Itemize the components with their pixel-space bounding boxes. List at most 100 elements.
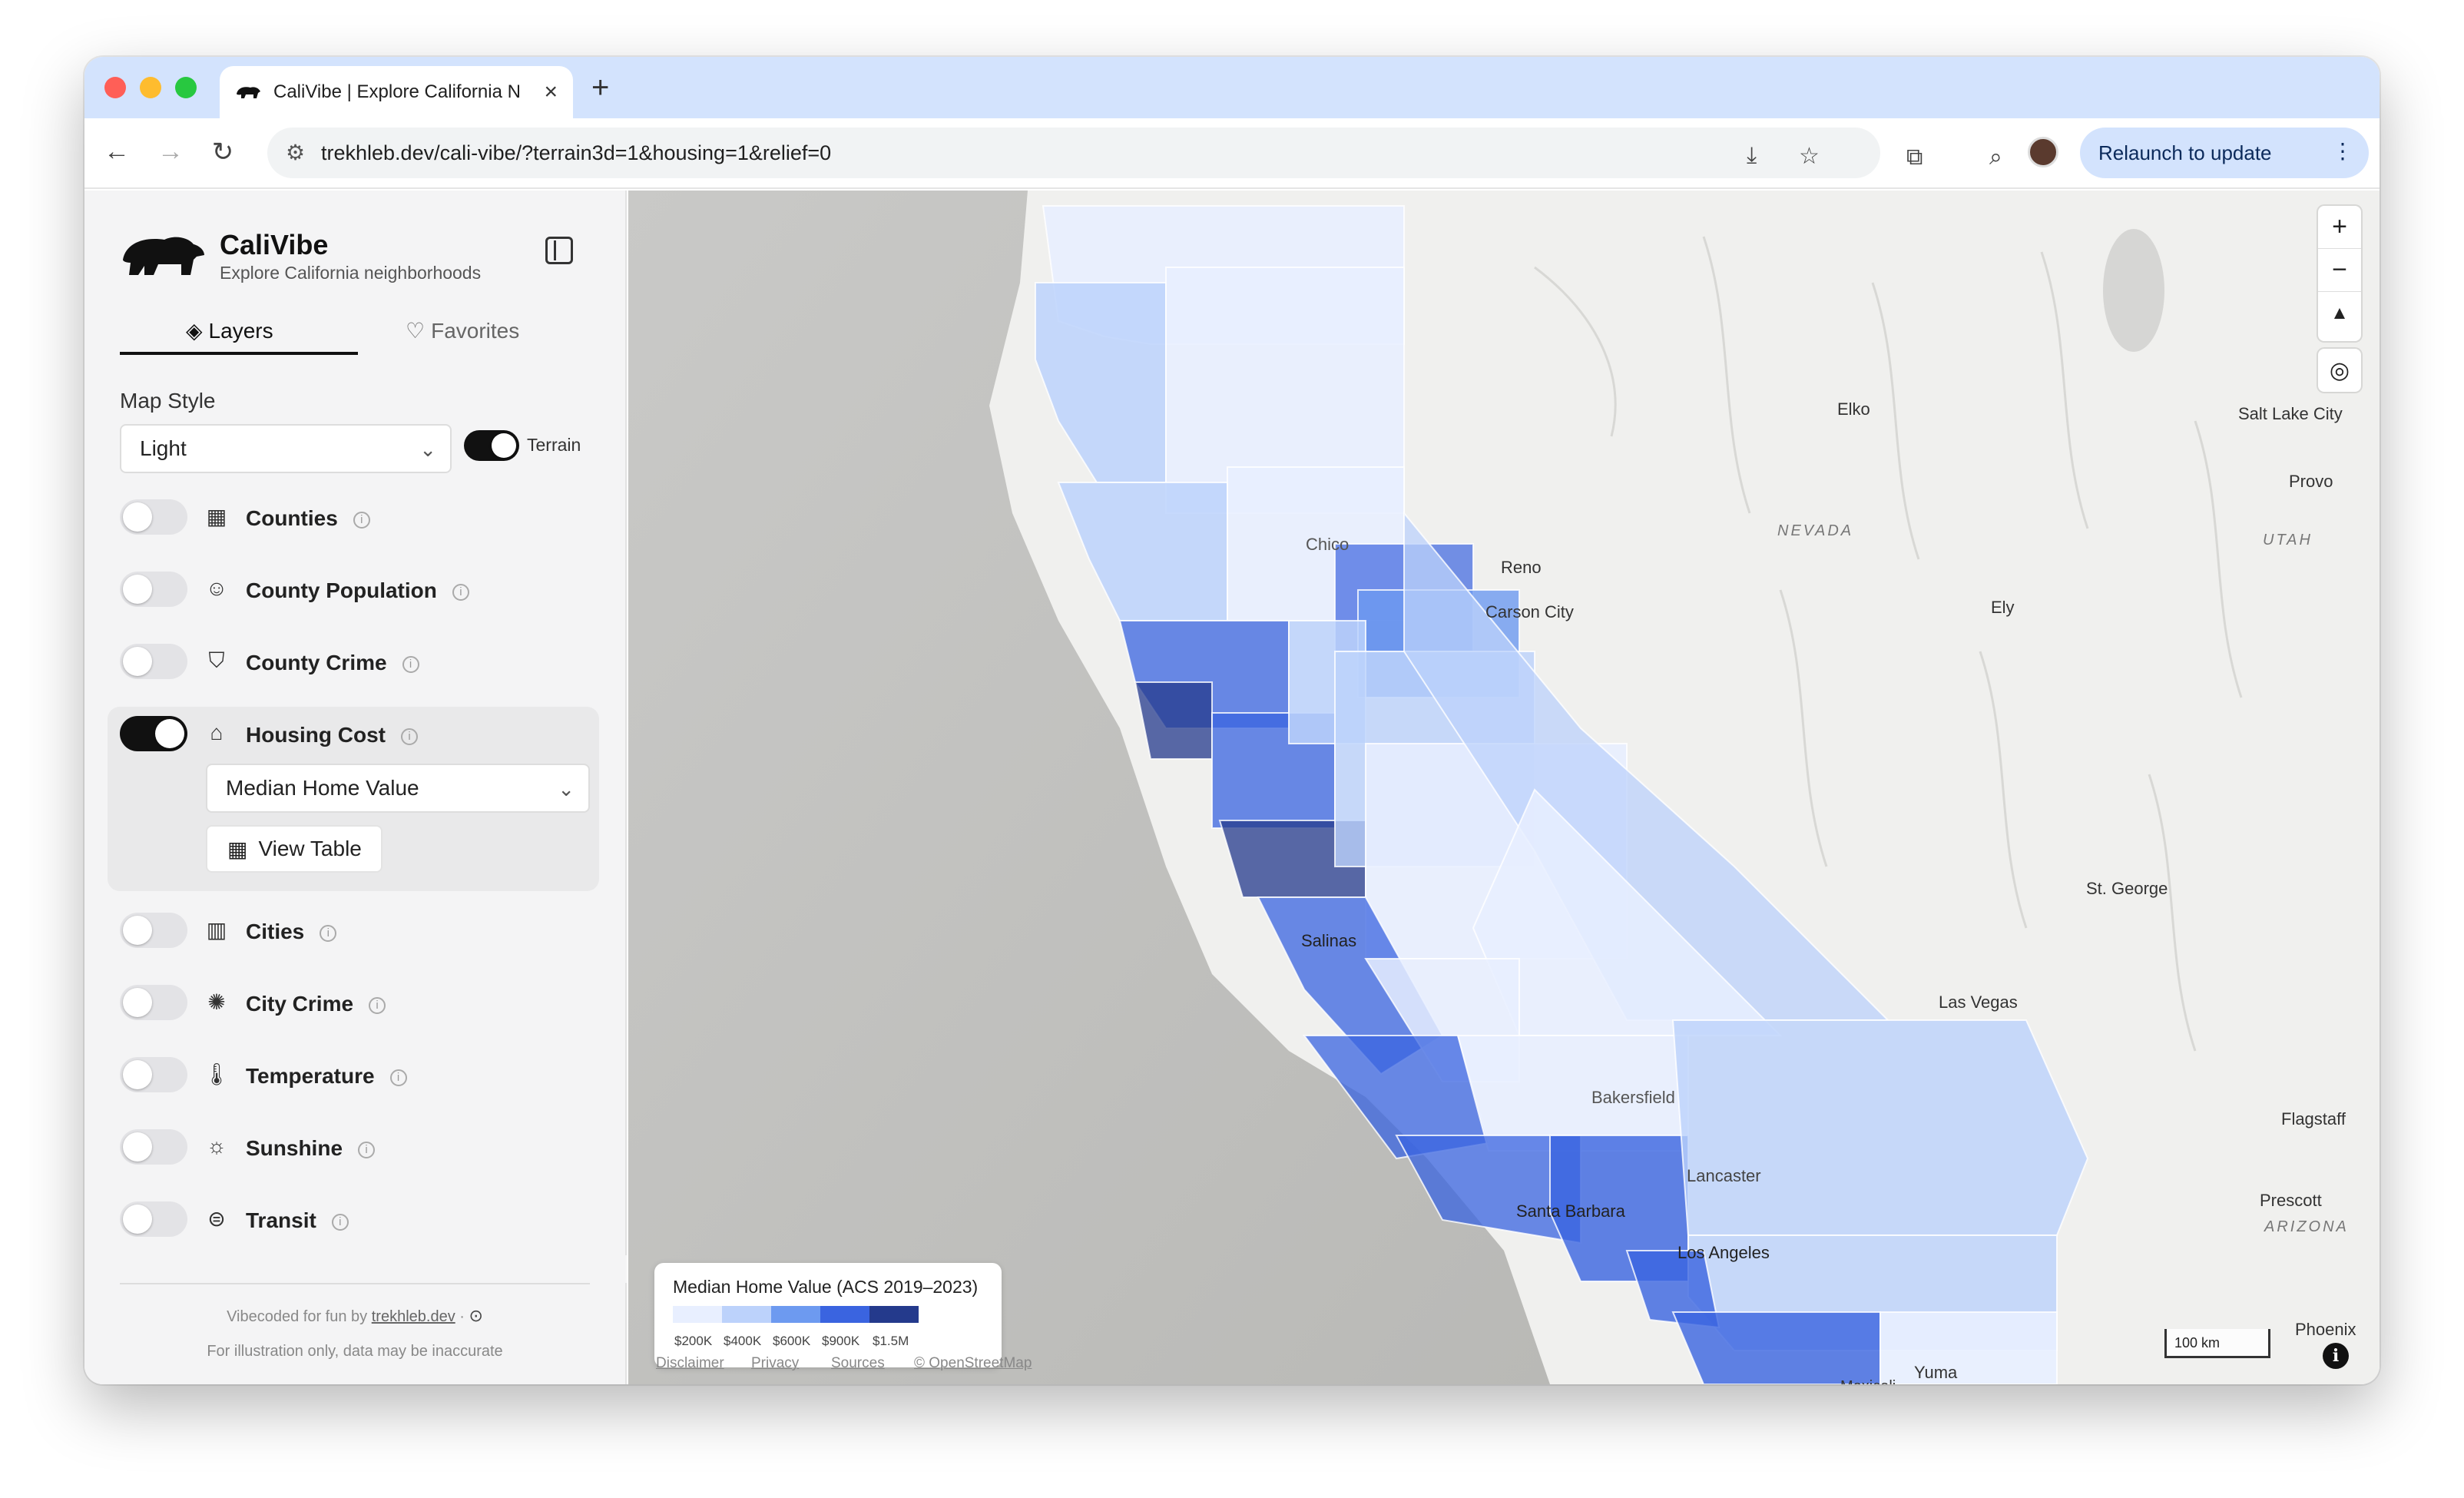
geolocate-button[interactable]: ◎ <box>2318 349 2361 392</box>
view-table-label: View Table <box>258 837 362 860</box>
view-table-button[interactable]: ▦ View Table <box>206 825 383 873</box>
info-icon[interactable]: i <box>358 1142 376 1158</box>
toggle-knob <box>123 988 152 1017</box>
privacy-link[interactable]: Privacy <box>751 1355 799 1372</box>
city-crime-toggle[interactable] <box>120 985 187 1020</box>
tab-close-icon[interactable]: × <box>544 79 558 105</box>
legend-label: $600K <box>773 1334 811 1348</box>
map-style-label: Map Style <box>120 389 216 413</box>
map-style-select[interactable]: Light ⌄ <box>120 424 452 473</box>
github-icon[interactable]: ⊙ <box>469 1306 483 1325</box>
layer-city-crime[interactable]: ✺ City Crime i <box>120 980 596 1026</box>
profile-avatar[interactable] <box>2028 137 2058 167</box>
maximize-window-button[interactable] <box>175 77 197 98</box>
active-tab-underline <box>120 352 358 355</box>
layer-sunshine[interactable]: ☼ Sunshine i <box>120 1125 596 1171</box>
home-icon: ⌂ <box>210 721 224 744</box>
site-settings-icon[interactable]: ⚙ <box>286 140 305 165</box>
toggle-knob <box>123 502 152 532</box>
tab-search-icon[interactable]: ⌕ <box>1989 144 2002 171</box>
sunshine-toggle[interactable] <box>120 1129 187 1165</box>
map-info-icon[interactable]: i <box>2323 1343 2349 1369</box>
info-icon[interactable]: i <box>331 1214 349 1231</box>
tab-strip: CaliVibe | Explore California N × + <box>84 57 2380 118</box>
install-app-icon[interactable]: ⤓ <box>1747 143 1757 169</box>
housing-metric-value: Median Home Value <box>226 776 419 800</box>
browser-toolbar: ← → ↻ ⚙ trekhleb.dev/cali-vibe/?terrain3… <box>84 118 2380 189</box>
map-canvas[interactable]: Elko Salt Lake City Provo Reno Carson Ci… <box>628 191 2380 1384</box>
info-icon[interactable]: i <box>402 656 419 673</box>
legend-swatch <box>820 1306 869 1323</box>
place-label: Mexicali <box>1840 1378 1896 1384</box>
place-label: Yuma <box>1914 1363 1958 1382</box>
terrain-label: Terrain <box>527 435 581 455</box>
region-label: NEVADA <box>1777 522 1854 539</box>
shield-icon: ⛉ <box>208 648 225 672</box>
place-label: Reno <box>1501 558 1542 577</box>
tab-favorites[interactable]: ♡ Favorites <box>406 318 519 343</box>
layer-temperature[interactable]: 🌡︎ Temperature i <box>120 1052 596 1099</box>
housing-cost-toggle[interactable] <box>120 716 187 751</box>
sources-link[interactable]: Sources <box>831 1355 885 1372</box>
layer-list-clip: ⊜ Transit i <box>84 1194 627 1283</box>
osm-attribution-link[interactable]: © OpenStreetMap <box>914 1355 1032 1372</box>
housing-metric-select[interactable]: Median Home Value ⌄ <box>206 764 590 813</box>
legend-label: $400K <box>724 1334 762 1348</box>
temperature-toggle[interactable] <box>120 1057 187 1092</box>
siren-icon: ✺ <box>207 990 226 1014</box>
layer-housing-cost[interactable]: ⌂ Housing Cost i <box>120 711 596 757</box>
bookmark-star-icon[interactable]: ☆ <box>1799 143 1820 170</box>
compass-button[interactable]: ▲ <box>2318 292 2361 335</box>
county-crime-toggle[interactable] <box>120 644 187 679</box>
relaunch-label: Relaunch to update <box>2098 141 2272 164</box>
address-bar[interactable]: ⚙ trekhleb.dev/cali-vibe/?terrain3d=1&ho… <box>267 128 1880 178</box>
place-label: St. George <box>2086 879 2168 898</box>
info-icon[interactable]: i <box>401 728 418 745</box>
tab-layers[interactable]: ◈ Layers <box>186 318 273 343</box>
browser-tab[interactable]: CaliVibe | Explore California N × <box>220 66 573 118</box>
zoom-in-button[interactable]: + <box>2318 206 2361 249</box>
info-icon[interactable]: i <box>452 584 469 601</box>
layer-county-population-label: County Population <box>246 578 437 602</box>
legend-label: $1.5M <box>873 1334 909 1348</box>
layer-counties[interactable]: ▦ Counties i <box>120 495 596 541</box>
cities-toggle[interactable] <box>120 913 187 948</box>
place-label: Las Vegas <box>1939 993 2018 1012</box>
info-icon[interactable]: i <box>353 512 370 529</box>
info-icon[interactable]: i <box>320 925 337 942</box>
footer-prefix: Vibecoded for fun by <box>227 1308 368 1325</box>
close-window-button[interactable] <box>104 77 126 98</box>
terrain-toggle[interactable] <box>464 430 519 461</box>
place-label: Los Angeles <box>1677 1243 1770 1262</box>
new-tab-button[interactable]: + <box>591 71 609 105</box>
disclaimer-link[interactable]: Disclaimer <box>656 1355 724 1372</box>
place-label: Prescott <box>2260 1191 2322 1210</box>
map-icon: ▦ <box>206 505 227 529</box>
layer-county-population[interactable]: ☺ County Population i <box>120 567 596 613</box>
map-legend: Median Home Value (ACS 2019–2023) $200K … <box>654 1263 1002 1367</box>
transit-toggle[interactable] <box>120 1201 187 1237</box>
url-text: trekhleb.dev/cali-vibe/?terrain3d=1&hous… <box>321 141 832 164</box>
forward-icon[interactable]: → <box>154 137 187 167</box>
counties-toggle[interactable] <box>120 499 187 535</box>
toggle-knob <box>123 1060 152 1089</box>
minimize-window-button[interactable] <box>140 77 161 98</box>
extensions-icon[interactable]: ⧉ <box>1906 144 1923 171</box>
more-menu-icon[interactable]: ⋮ <box>2332 138 2353 164</box>
place-label: Provo <box>2289 472 2333 491</box>
county-population-toggle[interactable] <box>120 572 187 607</box>
info-icon[interactable]: i <box>389 1069 407 1086</box>
layer-county-crime[interactable]: ⛉ County Crime i <box>120 639 596 685</box>
layer-cities[interactable]: ▥ Cities i <box>120 908 596 954</box>
collapse-sidebar-icon[interactable] <box>545 237 573 264</box>
zoom-out-button[interactable]: − <box>2318 249 2361 292</box>
info-icon[interactable]: i <box>369 997 386 1014</box>
layer-city-crime-label: City Crime <box>246 992 354 1016</box>
footer-author-link[interactable]: trekhleb.dev <box>372 1308 455 1325</box>
layer-transit[interactable]: ⊜ Transit i <box>120 1197 596 1243</box>
relaunch-button[interactable]: Relaunch to update ⋮ <box>2080 128 2369 178</box>
brand-subtitle: Explore California neighborhoods <box>220 263 482 283</box>
back-icon[interactable]: ← <box>100 137 134 167</box>
place-label: Elko <box>1837 399 1870 419</box>
reload-icon[interactable]: ↻ <box>206 137 240 167</box>
